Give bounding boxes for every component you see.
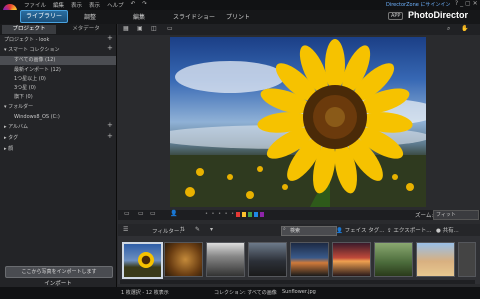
tab-print[interactable]: プリント [226,12,250,21]
collection-all-images[interactable]: すべての画像 (12) [0,56,116,65]
tab-project[interactable]: プロジェクト [2,25,56,34]
sunflower-image [170,39,426,207]
loupe-view-icon[interactable]: ▣ [137,25,143,32]
tab-edit[interactable]: 編集 [133,12,145,21]
sort-icon[interactable]: ⇅ [180,226,185,233]
tab-metadata[interactable]: メタデータ [58,25,114,34]
thumbnail-spiral[interactable] [164,242,203,277]
share-label: 共有... [442,228,459,234]
tab-slideshow[interactable]: スライドショー [173,12,215,21]
face-tag-button[interactable]: 👤 フェイス タグ... [336,226,384,234]
export-label: エクスポート... [393,228,432,234]
add-project-icon[interactable]: + [107,34,113,42]
redo-icon[interactable]: ↷ [142,1,147,9]
thumbnail-portrait[interactable] [374,242,413,277]
menu-display[interactable]: 表示 [89,1,100,9]
album-label: アルバム [8,124,29,130]
smart-collection-label: スマート コレクション [8,47,60,53]
file-name: Sunflower.jpg [282,289,316,295]
export-button[interactable]: ⇪ エクスポート... [387,226,431,234]
label-yellow-swatch[interactable] [242,212,246,217]
person-icon[interactable]: 👤 [170,210,177,217]
collection-one-star[interactable]: 1つ星以上 (0) [0,75,130,84]
dual-view-icon[interactable]: ▭ [138,210,144,217]
undo-icon[interactable]: ↶ [131,1,136,9]
label-blue-swatch[interactable] [254,212,258,217]
collection-status: コレクション: すべての画像 [214,290,277,296]
album-header[interactable]: ▸ アルバム [0,123,120,132]
add-album-icon[interactable]: + [107,121,113,129]
tag-header[interactable]: ▸ タグ [0,134,120,143]
fullscreen-icon[interactable]: ▭ [167,25,173,32]
thumbnail-sunset[interactable] [332,242,371,277]
thumbnail-sunset-sea[interactable] [290,242,329,277]
tag-label: タグ [8,135,19,141]
grid-view-icon[interactable]: ▦ [123,25,129,32]
zoom-label: ズーム: [415,213,434,219]
label-green-swatch[interactable] [248,212,252,217]
filter-label: フィルター: [152,229,182,235]
main-photo [170,37,426,207]
zoom-select[interactable]: フィット [433,210,479,220]
collection-latest-import[interactable]: 最新インポート (12) [0,66,130,75]
compare-view-icon[interactable]: ◫ [151,25,157,32]
collection-three-star[interactable]: 3つ星 (0) [0,84,130,93]
thumbnail-landscape[interactable] [248,242,287,277]
import-hint-button[interactable]: ここから写真をインポートします [5,266,113,278]
menu-file[interactable]: ファイル [24,1,46,9]
compare-icon[interactable]: ▭ [150,210,156,217]
menu-edit[interactable]: 編集 [53,1,64,9]
single-view-icon[interactable]: ▭ [124,210,130,217]
hand-tool-icon[interactable]: ✋ [461,25,468,32]
help-icon[interactable]: ? _ ▢ ✕ [455,0,478,7]
people-header[interactable]: ▸ 顔 [0,145,120,154]
thumbnail-partial[interactable] [458,242,476,277]
menu-view[interactable]: 表示 [71,1,82,9]
selection-count: 1 枚選択 - 12 枚表示 [121,290,169,296]
thumbnail-scrollbar[interactable] [120,280,475,284]
thumbnail-sunflower[interactable] [122,242,163,279]
search-icon: ⌕ [283,226,286,232]
thumbnail-flower[interactable] [206,242,245,277]
thumbnail-sunflower-graphic [138,252,154,268]
share-button[interactable]: ● 共有... [436,226,459,234]
face-tag-label: フェイス タグ... [344,228,385,234]
search-input[interactable]: 検索 [281,226,337,236]
color-labels[interactable] [236,212,264,217]
magnifier-icon[interactable]: ⌕ [447,25,450,33]
collection-flagged[interactable]: 旗下 (0) [0,93,130,102]
list-view-icon[interactable]: ☰ [123,226,128,233]
tag-icon[interactable]: ▾ [210,226,213,233]
brush-icon[interactable]: ✎ [195,226,200,233]
menu-bar: ファイル 編集 表示 表示 ヘルプ ↶ ↷ [24,1,147,9]
add-collection-icon[interactable]: + [107,44,113,52]
label-red-swatch[interactable] [236,212,240,217]
rating-stars[interactable]: • • • • • [205,211,235,217]
directorzone-link[interactable]: DirectorZone にサインイン [386,1,450,8]
add-tag-icon[interactable]: + [107,132,113,140]
smart-collection-header[interactable]: ▾ スマート コレクション [0,46,120,55]
folders-header[interactable]: ▾ フォルダー [0,103,120,112]
menu-help[interactable]: ヘルプ [107,1,124,9]
tab-adjust[interactable]: 調整 [84,12,96,21]
tab-library[interactable]: ライブラリー [20,10,68,23]
upgrade-badge[interactable]: APP [388,12,404,20]
import-button[interactable]: インポート [0,279,116,287]
project-label: プロジェクト - look [4,37,50,43]
thumbnail-beach[interactable] [416,242,455,277]
people-label: 顔 [8,146,14,152]
label-purple-swatch[interactable] [260,212,264,217]
folders-label: フォルダー [8,104,34,110]
app-title: PhotoDirector [408,10,469,20]
